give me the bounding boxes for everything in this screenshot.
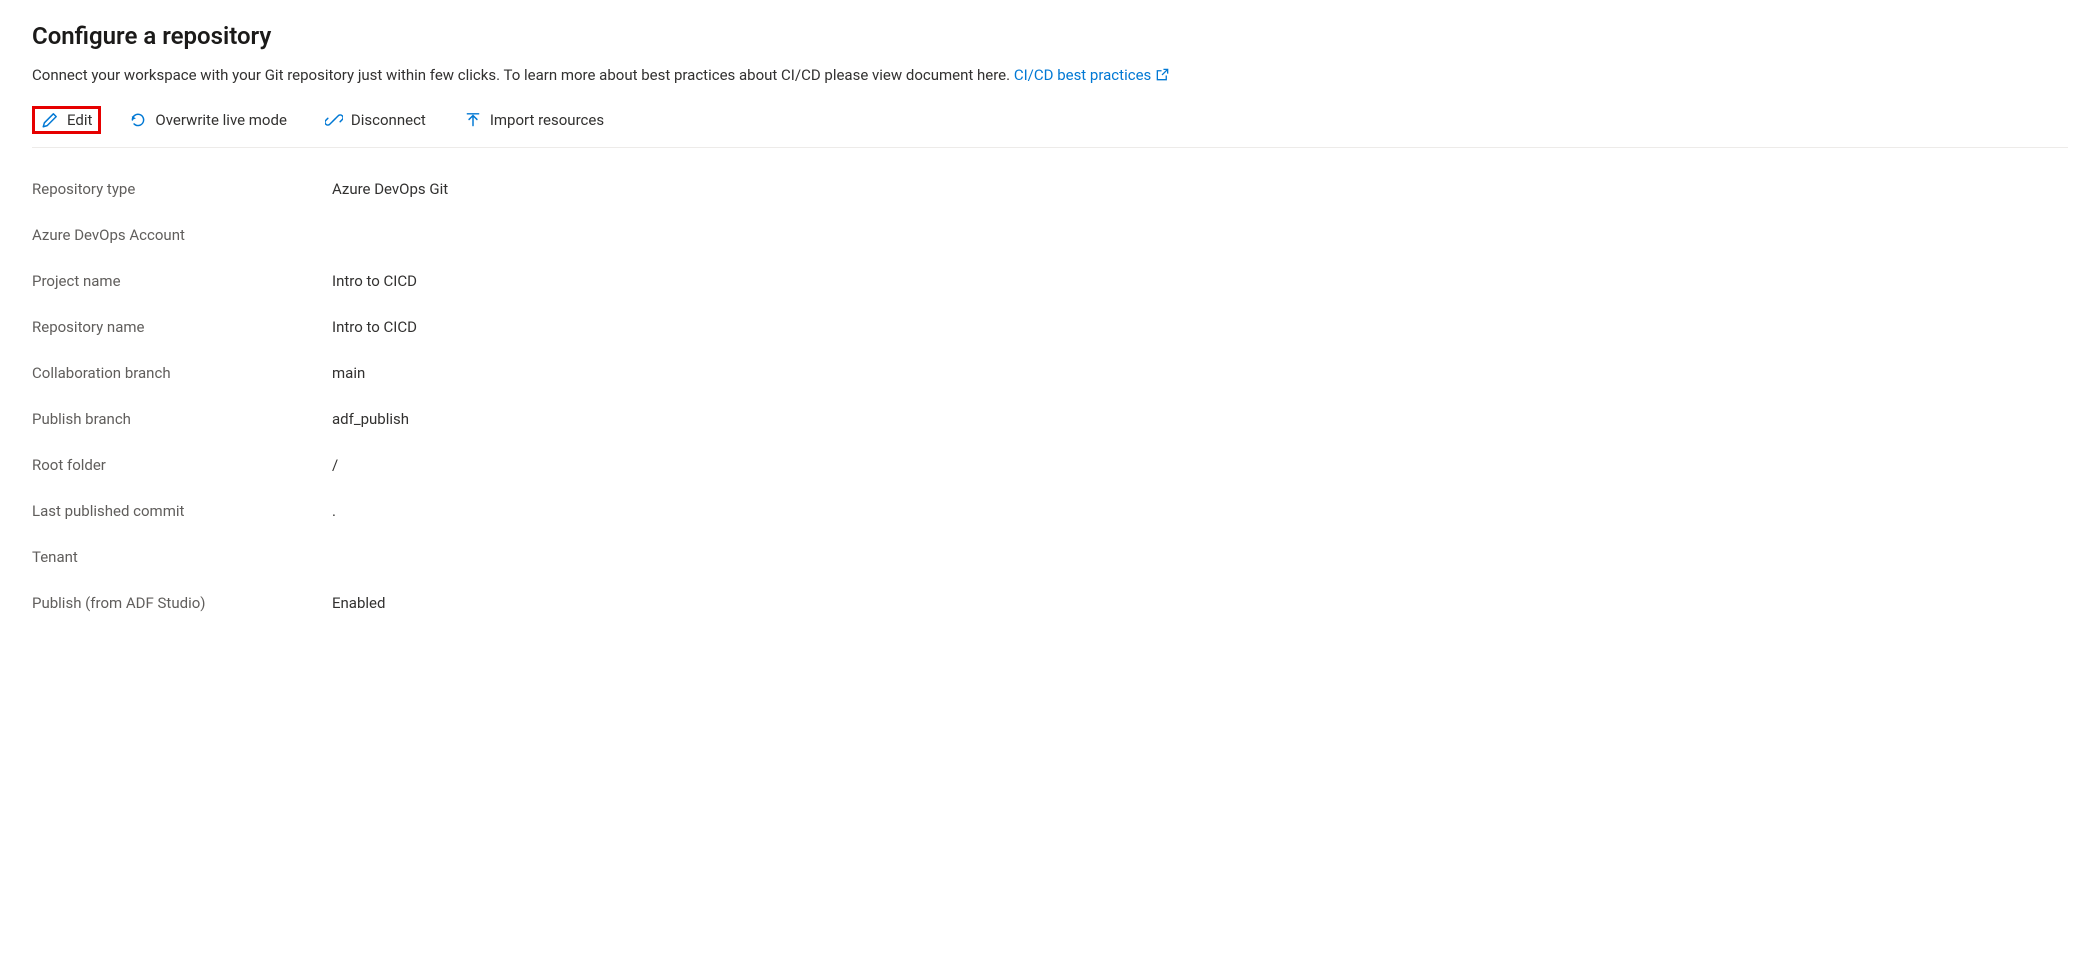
detail-label-last-published-commit: Last published commit xyxy=(32,502,332,520)
detail-label-project-name: Project name xyxy=(32,272,332,290)
detail-label-collaboration-branch: Collaboration branch xyxy=(32,364,332,382)
detail-label-root-folder: Root folder xyxy=(32,456,332,474)
import-label: Import resources xyxy=(490,111,604,129)
detail-row: Publish branch adf_publish xyxy=(32,396,2068,442)
edit-button[interactable]: Edit xyxy=(32,106,101,134)
edit-label: Edit xyxy=(67,111,92,129)
detail-label-azure-devops-account: Azure DevOps Account xyxy=(32,226,332,244)
disconnect-icon xyxy=(325,111,343,129)
detail-value-publish-from-adf-studio: Enabled xyxy=(332,594,385,612)
detail-label-publish-from-adf-studio: Publish (from ADF Studio) xyxy=(32,594,332,612)
detail-row: Last published commit . xyxy=(32,488,2068,534)
detail-row: Azure DevOps Account xyxy=(32,212,2068,258)
page-title: Configure a repository xyxy=(32,22,2068,50)
refresh-icon xyxy=(129,111,147,129)
detail-value-last-published-commit: . xyxy=(332,502,336,520)
link-label: CI/CD best practices xyxy=(1014,66,1151,84)
detail-value-root-folder: / xyxy=(332,456,338,474)
disconnect-label: Disconnect xyxy=(351,111,426,129)
detail-label-repository-type: Repository type xyxy=(32,180,332,198)
overwrite-label: Overwrite live mode xyxy=(155,111,287,129)
detail-row: Tenant xyxy=(32,534,2068,580)
pencil-icon xyxy=(41,111,59,129)
detail-row: Repository name Intro to CICD xyxy=(32,304,2068,350)
detail-row: Repository type Azure DevOps Git xyxy=(32,166,2068,212)
external-link-icon xyxy=(1155,66,1170,84)
cicd-best-practices-link[interactable]: CI/CD best practices xyxy=(1014,66,1170,84)
detail-row: Root folder / xyxy=(32,442,2068,488)
import-icon xyxy=(464,111,482,129)
overwrite-live-mode-button[interactable]: Overwrite live mode xyxy=(119,105,297,135)
detail-value-repository-type: Azure DevOps Git xyxy=(332,180,448,198)
detail-value-collaboration-branch: main xyxy=(332,364,365,382)
detail-row: Project name Intro to CICD xyxy=(32,258,2068,304)
toolbar: Edit Overwrite live mode Disconnect Impo… xyxy=(32,105,2068,148)
repository-details: Repository type Azure DevOps Git Azure D… xyxy=(32,166,2068,626)
import-resources-button[interactable]: Import resources xyxy=(454,105,614,135)
detail-label-repository-name: Repository name xyxy=(32,318,332,336)
description-text: Connect your workspace with your Git rep… xyxy=(32,66,1010,84)
detail-label-publish-branch: Publish branch xyxy=(32,410,332,428)
detail-value-project-name: Intro to CICD xyxy=(332,272,417,290)
detail-value-repository-name: Intro to CICD xyxy=(332,318,417,336)
detail-value-publish-branch: adf_publish xyxy=(332,410,409,428)
detail-row: Publish (from ADF Studio) Enabled xyxy=(32,580,2068,626)
detail-label-tenant: Tenant xyxy=(32,548,332,566)
disconnect-button[interactable]: Disconnect xyxy=(315,105,436,135)
detail-row: Collaboration branch main xyxy=(32,350,2068,396)
page-description: Connect your workspace with your Git rep… xyxy=(32,64,2068,87)
